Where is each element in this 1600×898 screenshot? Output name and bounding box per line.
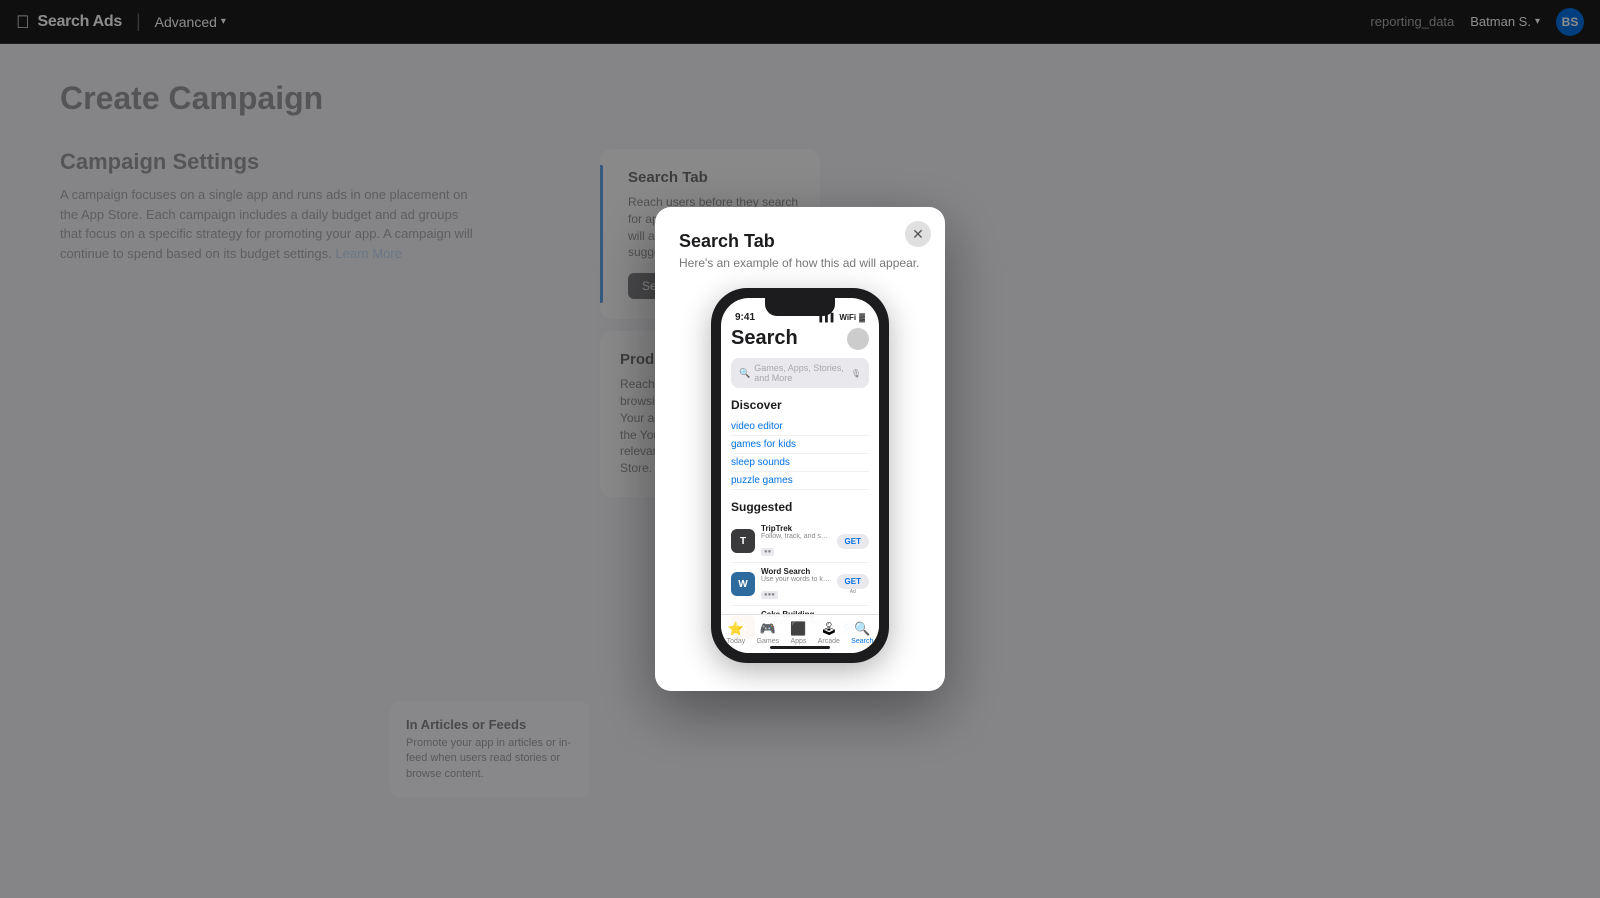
tab-games: 🎮 Games <box>757 621 780 645</box>
app-name: Word Search <box>761 567 831 576</box>
tab-label: Arcade <box>818 638 840 645</box>
list-item: puzzle games <box>731 472 869 490</box>
app-desc: Follow, track, and share... <box>761 533 831 540</box>
app-badge: ●● <box>761 548 774 556</box>
app-badge: ●●● <box>761 591 778 599</box>
appstore-user-avatar <box>847 328 869 350</box>
app-desc: Use your words to kill... <box>761 576 831 583</box>
tab-label: Apps <box>790 638 806 645</box>
battery-icon: ▓ <box>859 313 865 322</box>
search-placeholder: Games, Apps, Stories, and More <box>754 363 847 383</box>
mic-icon: 🎙 <box>851 369 861 378</box>
tab-arcade: 🕹 Arcade <box>818 621 840 645</box>
appstore-title: Search <box>731 327 798 350</box>
appstore-search-bar: 🔍 Games, Apps, Stories, and More 🎙 <box>731 358 869 388</box>
modal-subtitle: Here's an example of how this ad will ap… <box>679 256 921 270</box>
search-tab-modal: ✕ Search Tab Here's an example of how th… <box>655 207 945 691</box>
tab-search[interactable]: 🔍 Search <box>851 621 873 645</box>
games-icon: 🎮 <box>760 621 776 637</box>
app-get-button: GET <box>837 574 869 589</box>
today-icon: ⭐ <box>728 621 744 637</box>
list-item: T TripTrek Follow, track, and share... ●… <box>731 520 869 563</box>
app-info: TripTrek Follow, track, and share... ●● <box>761 524 831 558</box>
phone-mockup-wrapper: 9:41 ▌▌▌ WiFi ▓ Search <box>679 288 921 663</box>
phone-screen: 9:41 ▌▌▌ WiFi ▓ Search <box>721 298 879 653</box>
app-get-button: GET <box>837 534 869 549</box>
phone-mockup: 9:41 ▌▌▌ WiFi ▓ Search <box>711 288 889 663</box>
search-icon: 🔍 <box>739 368 750 379</box>
list-item: sleep sounds <box>731 454 869 472</box>
phone-home-indicator <box>770 646 830 649</box>
app-info: Word Search Use your words to kill... ●●… <box>761 567 831 601</box>
app-icon: T <box>731 529 755 553</box>
appstore-header: Search <box>731 327 869 350</box>
tab-label: Games <box>757 638 780 645</box>
tab-apps: ⬛ Apps <box>790 621 806 645</box>
discover-list: video editor games for kids sleep sounds… <box>731 418 869 490</box>
tab-label: Today <box>727 638 746 645</box>
appstore-screen: Search 🔍 Games, Apps, Stories, and More … <box>721 327 879 649</box>
list-item: W Word Search Use your words to kill... … <box>731 563 869 606</box>
list-item: video editor <box>731 418 869 436</box>
modal-overlay[interactable]: ✕ Search Tab Here's an example of how th… <box>0 0 1600 898</box>
suggested-label: Suggested <box>731 500 869 514</box>
ad-label: Ad <box>837 589 869 595</box>
close-button[interactable]: ✕ <box>905 221 931 247</box>
close-icon: ✕ <box>912 226 924 243</box>
wifi-icon: WiFi <box>839 313 856 322</box>
list-item: games for kids <box>731 436 869 454</box>
discover-label: Discover <box>731 398 869 412</box>
modal-title: Search Tab <box>679 231 921 252</box>
app-icon: W <box>731 572 755 596</box>
tab-label: Search <box>851 638 873 645</box>
tab-today: ⭐ Today <box>727 621 746 645</box>
search-tab-icon: 🔍 <box>854 621 870 637</box>
phone-time: 9:41 <box>735 312 755 323</box>
phone-notch <box>765 298 835 316</box>
apps-icon: ⬛ <box>790 621 806 637</box>
arcade-icon: 🕹 <box>821 621 838 637</box>
app-name: TripTrek <box>761 524 831 533</box>
